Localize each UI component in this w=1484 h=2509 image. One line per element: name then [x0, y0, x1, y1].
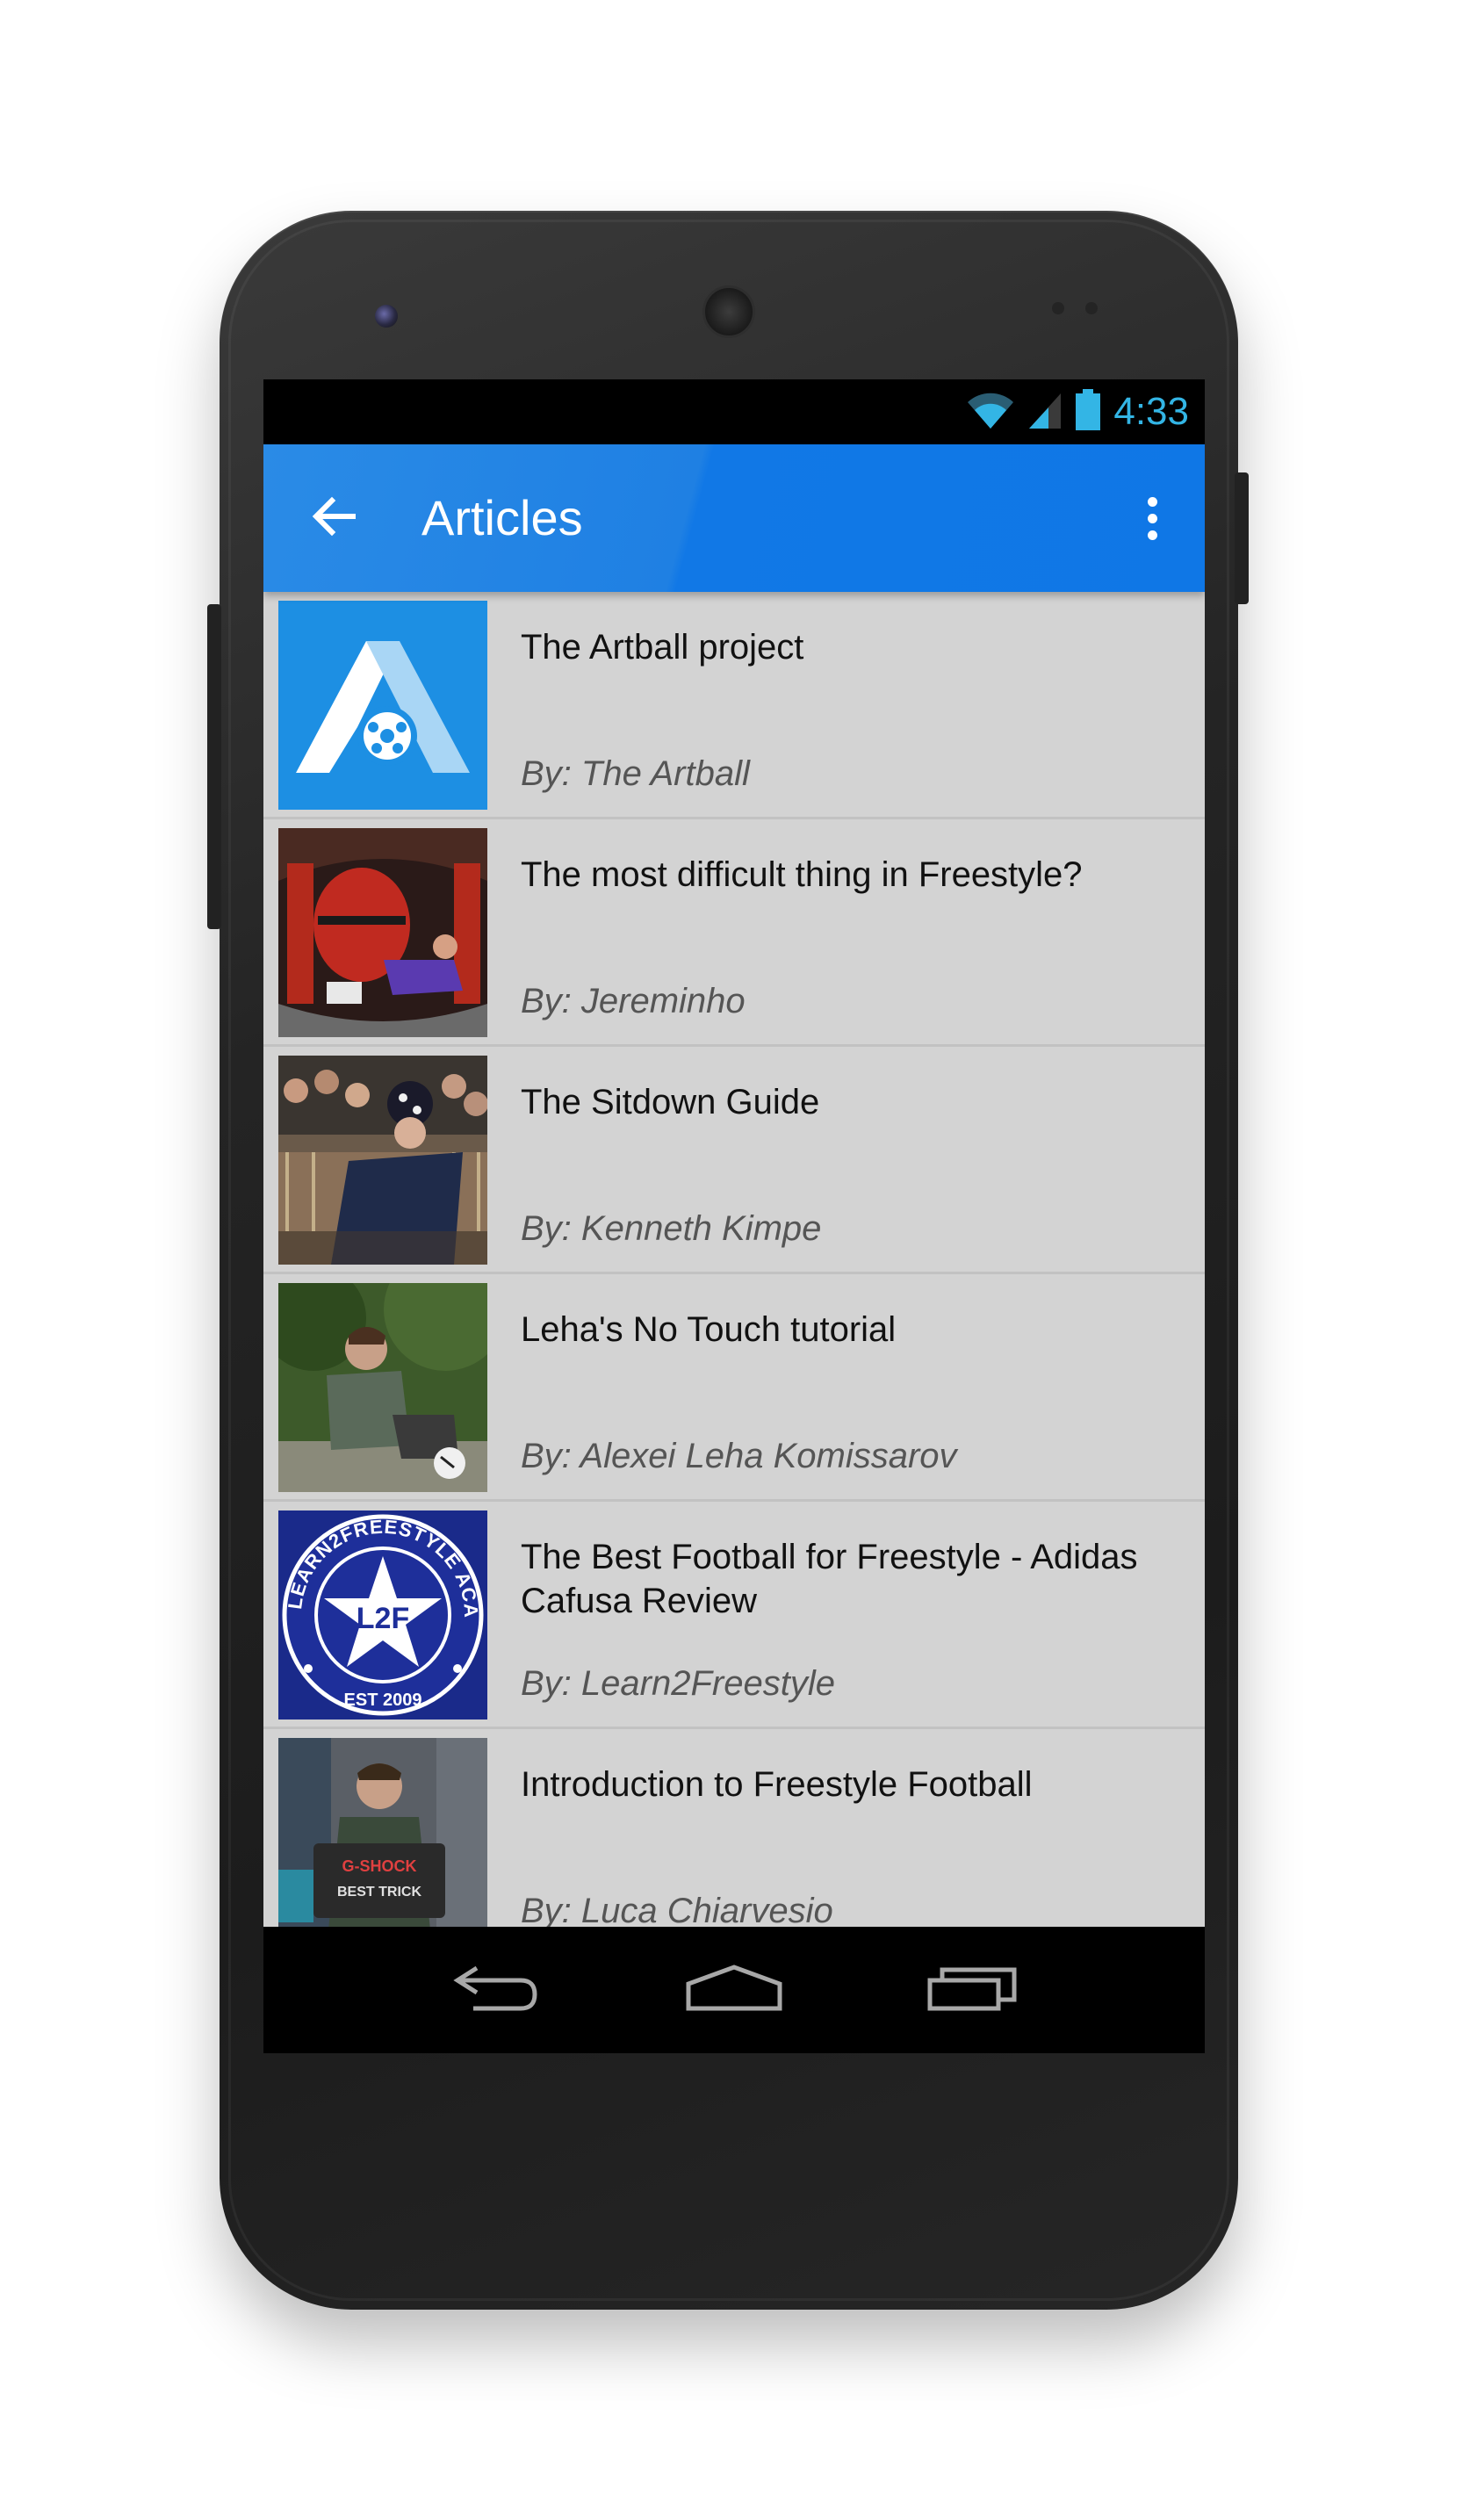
article-title: Introduction to Freestyle Football — [521, 1765, 1033, 1804]
article-title: The Artball project — [521, 628, 804, 667]
overflow-menu-button[interactable] — [1117, 483, 1187, 553]
nav-back-button[interactable] — [439, 1950, 553, 2030]
list-item[interactable]: G-SHOCK BEST TRICK Introduction to Frees… — [263, 1729, 1205, 1927]
proximity-sensor — [1052, 302, 1064, 314]
gshock-brand-text: G-SHOCK — [342, 1857, 417, 1875]
status-bar: 4:33 — [263, 379, 1205, 444]
l2f-text: L2F — [357, 1602, 409, 1635]
article-author: By: Learn2Freestyle — [521, 1664, 835, 1703]
overflow-dot — [1147, 530, 1157, 540]
overflow-menu-icon — [1147, 496, 1157, 507]
nav-recents-button[interactable] — [915, 1950, 1029, 2030]
article-author: By: Luca Chiarvesio — [521, 1892, 833, 1927]
article-list[interactable]: The Artball project By: The Artball The … — [263, 592, 1205, 1927]
navigation-bar — [263, 1927, 1205, 2053]
article-title: The Sitdown Guide — [521, 1083, 820, 1121]
back-nav-icon — [452, 1965, 540, 2016]
list-item[interactable]: The Artball project By: The Artball — [263, 592, 1205, 819]
article-title: The Best Football for Freestyle - Adidas… — [521, 1538, 1138, 1620]
cell-signal-icon — [1027, 390, 1063, 435]
artball-logo-thumbnail — [278, 601, 487, 810]
list-item[interactable]: LEARN2FREESTYLE ACADEMY L2F EST 2009 The… — [263, 1502, 1205, 1729]
crowd-photo-thumbnail — [278, 1056, 487, 1265]
overflow-dot — [1147, 513, 1157, 523]
status-time: 4:33 — [1113, 390, 1189, 433]
best-trick-text: BEST TRICK — [337, 1885, 421, 1900]
learn2freestyle-logo-thumbnail: LEARN2FREESTYLE ACADEMY L2F EST 2009 — [278, 1510, 487, 1720]
article-title: Leha's No Touch tutorial — [521, 1310, 897, 1349]
status-icons: 4:33 — [966, 386, 1189, 437]
front-camera — [375, 305, 398, 328]
wifi-icon — [966, 390, 1015, 435]
sitting-player-photo-thumbnail — [278, 1283, 487, 1492]
battery-icon — [1075, 388, 1101, 436]
nav-home-button[interactable] — [677, 1950, 791, 2030]
article-title: The most difficult thing in Freestyle? — [521, 855, 1083, 894]
article-author: By: Jereminho — [521, 982, 746, 1020]
list-item[interactable]: Leha's No Touch tutorial By: Alexei Leha… — [263, 1274, 1205, 1502]
home-nav-icon — [685, 1964, 783, 2016]
earpiece-speaker — [702, 285, 755, 338]
list-item[interactable]: The most difficult thing in Freestyle? B… — [263, 819, 1205, 1047]
est-text: EST 2009 — [344, 1691, 422, 1710]
gshock-photo-thumbnail: G-SHOCK BEST TRICK — [278, 1738, 487, 1927]
app-bar: Articles — [263, 444, 1205, 592]
volume-button — [207, 604, 221, 929]
freestyle-photo-thumbnail — [278, 828, 487, 1037]
list-item[interactable]: The Sitdown Guide By: Kenneth Kimpe — [263, 1047, 1205, 1274]
page-title: Articles — [421, 490, 583, 545]
light-sensor — [1085, 302, 1098, 314]
article-author: By: Kenneth Kimpe — [521, 1209, 822, 1248]
article-author: By: Alexei Leha Komissarov — [521, 1437, 957, 1475]
arrow-back-icon — [309, 492, 358, 545]
back-button[interactable] — [299, 483, 369, 553]
article-author: By: The Artball — [521, 754, 750, 793]
recents-nav-icon — [926, 1965, 1018, 2016]
screen: 4:33 Articles The Artball project By: Th… — [263, 379, 1205, 2053]
power-button — [1235, 472, 1249, 604]
